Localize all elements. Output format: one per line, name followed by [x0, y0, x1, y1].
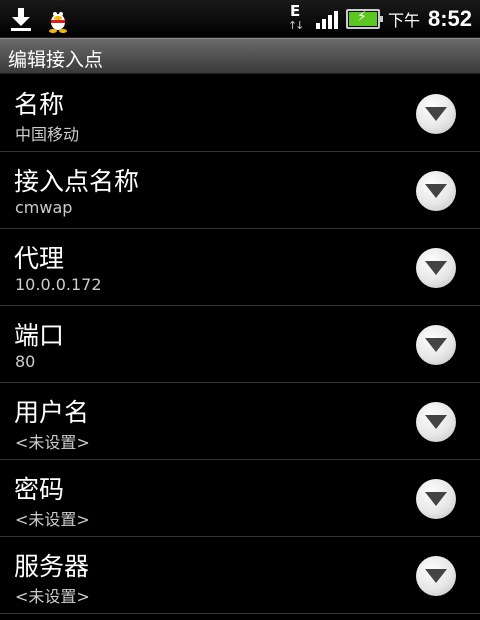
clock-time: 8:52 [427, 6, 472, 31]
apn-field-port[interactable]: 端口 80 [0, 306, 480, 383]
chevron-down-icon[interactable] [416, 479, 456, 519]
chevron-down-icon[interactable] [416, 402, 456, 442]
field-label: 名称 [14, 90, 65, 119]
chevron-down-icon[interactable] [416, 248, 456, 288]
field-value: 10.0.0.172 [15, 275, 102, 294]
title-bar: 编辑接入点 [0, 38, 480, 74]
network-type-indicator: E ↑↓ [286, 2, 308, 36]
clock-ampm: 下午 [387, 11, 420, 30]
field-value: 中国移动 [15, 125, 80, 144]
qq-icon[interactable] [46, 4, 70, 34]
status-bar: E ↑↓ ⚡ 下午 8:52 [0, 0, 480, 38]
data-activity-icon: ↑↓ [287, 19, 305, 32]
chevron-down-icon[interactable] [416, 171, 456, 211]
chevron-down-icon[interactable] [416, 94, 456, 134]
field-label: 密码 [14, 475, 65, 504]
network-type-label: E [289, 2, 301, 20]
apn-field-username[interactable]: 用户名 <未设置> [0, 383, 480, 460]
field-value: 80 [15, 352, 36, 371]
field-label: 服务器 [14, 552, 90, 581]
field-value: <未设置> [15, 433, 90, 452]
charging-icon: ⚡ [356, 9, 367, 25]
apn-field-password[interactable]: 密码 <未设置> [0, 460, 480, 537]
signal-strength-icon [315, 9, 338, 29]
field-label: 用户名 [14, 398, 90, 427]
apn-field-apn[interactable]: 接入点名称 cmwap [0, 152, 480, 229]
field-label: 代理 [14, 244, 65, 273]
page-title: 编辑接入点 [8, 49, 104, 71]
field-value: cmwap [15, 198, 73, 217]
chevron-down-icon[interactable] [416, 556, 456, 596]
field-value: <未设置> [15, 510, 90, 529]
field-label: 端口 [14, 321, 65, 350]
download-icon[interactable] [10, 6, 32, 32]
field-label: 接入点名称 [14, 167, 140, 196]
apn-field-name[interactable]: 名称 中国移动 [0, 75, 480, 152]
chevron-down-icon[interactable] [416, 325, 456, 365]
field-value: <未设置> [15, 587, 90, 606]
apn-settings-list: 名称 中国移动 接入点名称 cmwap 代理 10.0.0.172 端口 80 … [0, 75, 480, 614]
battery-icon: ⚡ [345, 9, 383, 29]
apn-field-proxy[interactable]: 代理 10.0.0.172 [0, 229, 480, 306]
apn-field-server[interactable]: 服务器 <未设置> [0, 537, 480, 614]
